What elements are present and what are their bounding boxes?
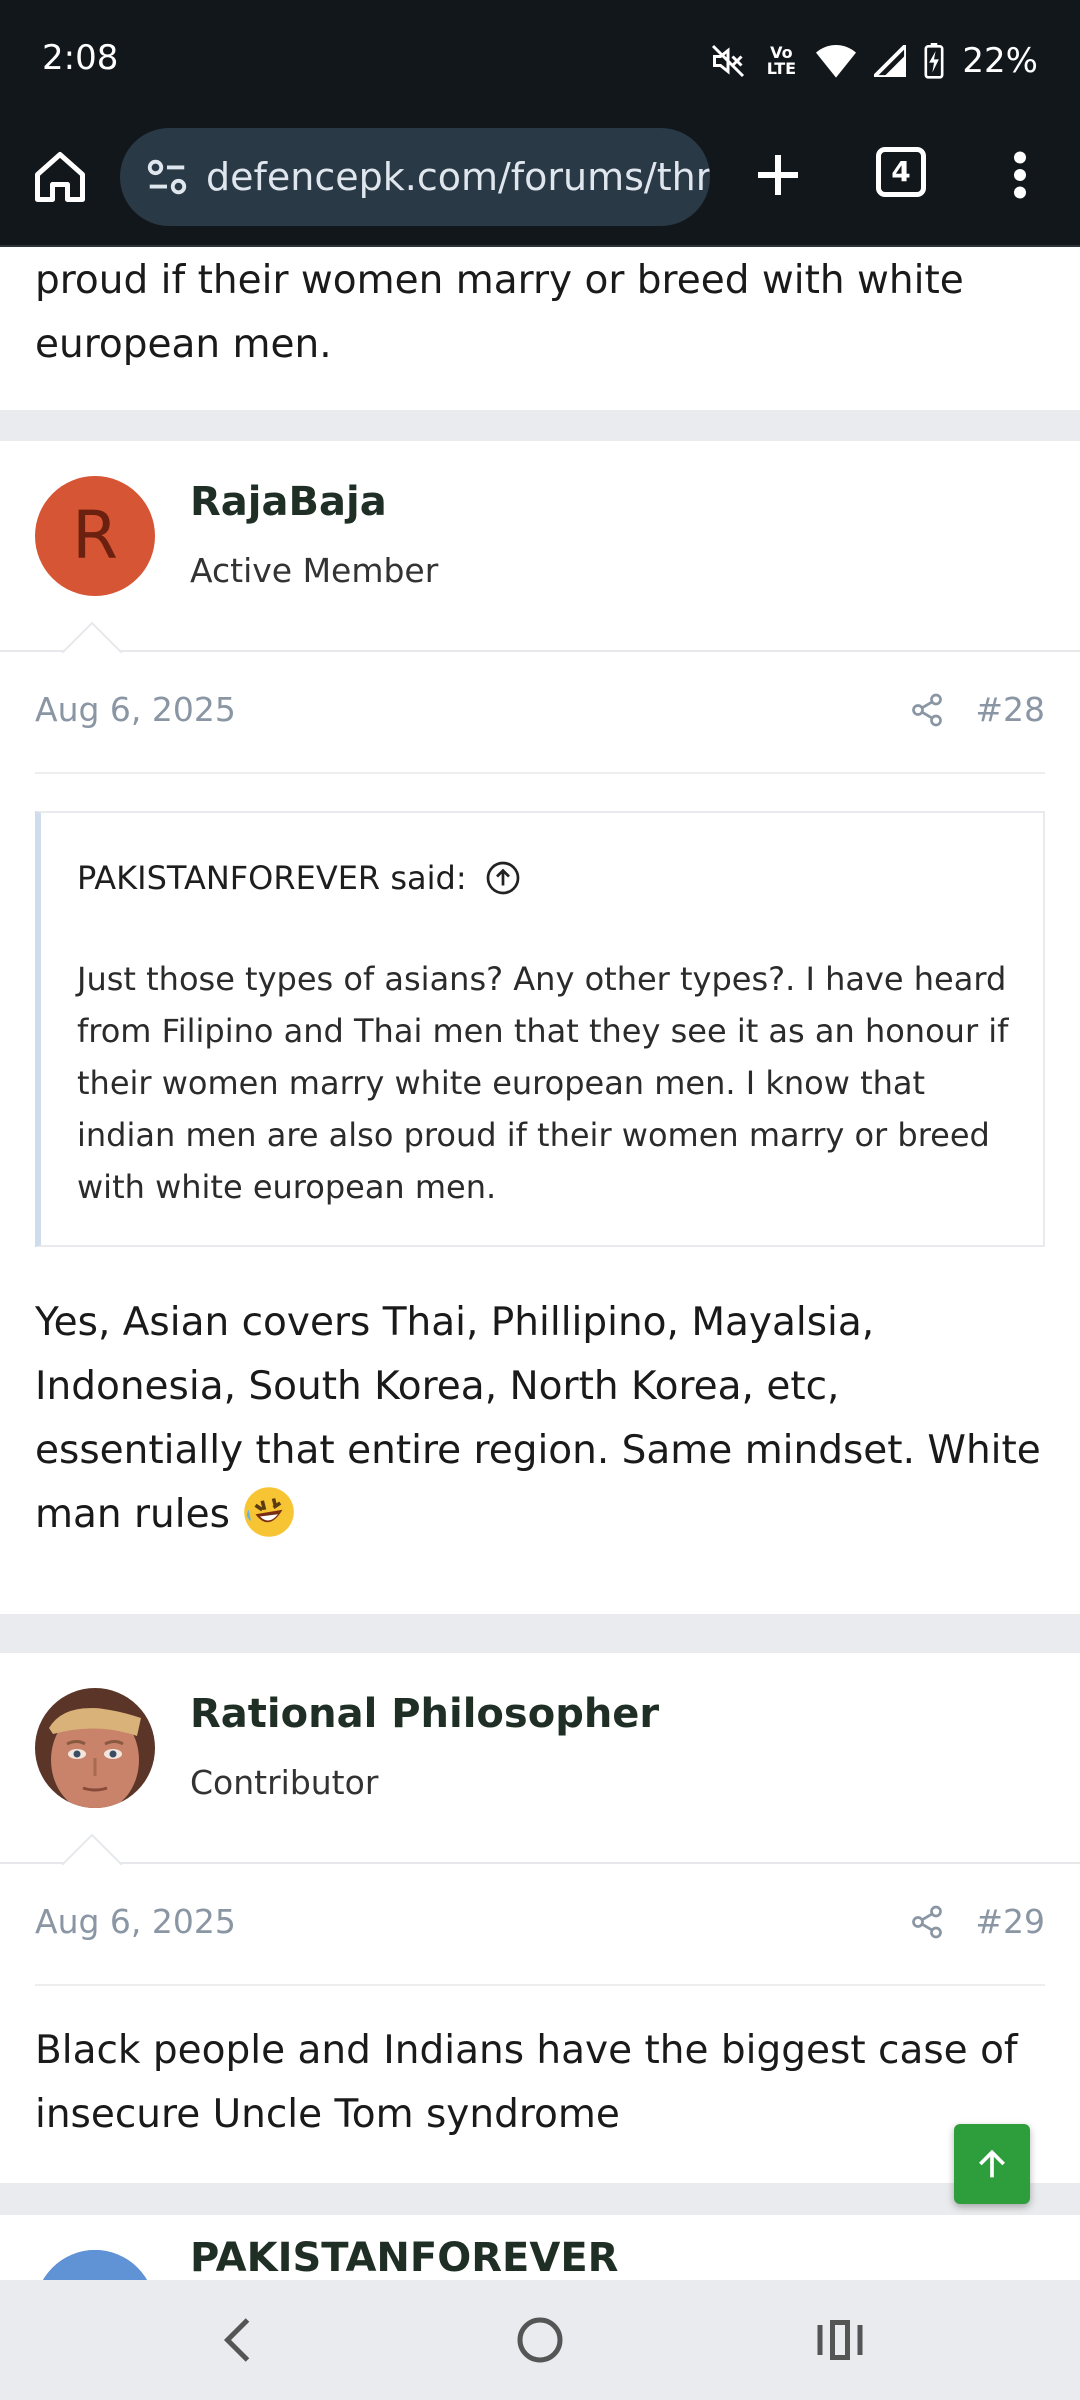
- share-icon[interactable]: [909, 692, 945, 728]
- avatar[interactable]: [35, 2250, 155, 2280]
- post-date[interactable]: Aug 6, 2025: [35, 1902, 236, 1941]
- post-meta: Aug 6, 2025 #29: [35, 1864, 1045, 1986]
- author-pointer: [62, 1833, 122, 1865]
- recents-button[interactable]: [810, 2310, 870, 2370]
- previous-post-tail: proud if their women marry or breed with…: [0, 247, 1080, 410]
- back-button[interactable]: [210, 2310, 270, 2370]
- page-content: proud if their women marry or breed with…: [0, 247, 1080, 2280]
- user-title: Contributor: [190, 1763, 379, 1802]
- post-body-text: Yes, Asian covers Thai, Phillipino, Maya…: [35, 1300, 1041, 1537]
- address-bar[interactable]: defencepk.com/forums/thre: [120, 128, 710, 226]
- quote-text: Just those types of asians? Any other ty…: [77, 960, 1009, 1206]
- system-nav-bar: [0, 2280, 1080, 2400]
- post-body: proud if their women marry or breed with…: [35, 258, 964, 367]
- post-author: R RajaBaja Active Member: [0, 441, 1080, 653]
- post-date[interactable]: Aug 6, 2025: [35, 690, 236, 729]
- avatar[interactable]: R: [35, 476, 155, 596]
- site-settings-icon[interactable]: [144, 154, 190, 200]
- post-29: Rational Philosopher Contributor Aug 6, …: [0, 1653, 1080, 2183]
- status-icons: Vo LTE 22%: [710, 36, 1038, 86]
- new-tab-button[interactable]: [748, 145, 808, 205]
- quote-header: PAKISTANFOREVER said:: [77, 859, 521, 897]
- jump-to-quote-icon[interactable]: [485, 860, 521, 896]
- user-photo: [35, 1688, 155, 1808]
- arrow-up-icon: [979, 2149, 1005, 2178]
- mute-icon: [710, 43, 746, 79]
- more-vert-icon: [1014, 151, 1026, 199]
- post-body: Yes, Asian covers Thai, Phillipino, Maya…: [35, 1291, 1045, 1547]
- post-meta: Aug 6, 2025 #28: [35, 652, 1045, 774]
- status-time: 2:08: [42, 38, 119, 78]
- more-menu-button[interactable]: [1000, 145, 1040, 205]
- quote-author: PAKISTANFOREVER said:: [77, 859, 467, 897]
- battery-level: 22%: [962, 41, 1038, 81]
- home-button[interactable]: [30, 147, 90, 207]
- recents-icon: [817, 2320, 863, 2360]
- share-icon[interactable]: [909, 1904, 945, 1940]
- post-30: PAKISTANFOREVER: [0, 2215, 1080, 2280]
- user-title: Active Member: [190, 551, 439, 590]
- post-body: Black people and Indians have the bigges…: [35, 2028, 1018, 2137]
- plus-icon: [758, 155, 798, 195]
- post-number[interactable]: #29: [975, 1902, 1045, 1941]
- avatar[interactable]: [35, 1688, 155, 1808]
- back-icon: [223, 2318, 250, 2362]
- url-text: defencepk.com/forums/thre: [206, 155, 710, 199]
- author-pointer: [62, 621, 122, 653]
- username-link[interactable]: PAKISTANFOREVER: [190, 2235, 618, 2280]
- user-photo: [35, 2250, 155, 2280]
- status-bar: 2:08 Vo LTE 22%: [0, 0, 1080, 125]
- browser-toolbar: defencepk.com/forums/thre 4: [0, 125, 1080, 247]
- post-28: R RajaBaja Active Member Aug 6, 2025 #28…: [0, 441, 1080, 1614]
- post-number[interactable]: #28: [975, 690, 1045, 729]
- signal-icon: [874, 45, 907, 77]
- home-icon: [35, 152, 85, 202]
- battery-charging-icon: [924, 43, 944, 79]
- home-circle-icon: [517, 2317, 563, 2363]
- wifi-icon: [816, 44, 857, 78]
- home-nav-button[interactable]: [510, 2310, 570, 2370]
- scroll-to-top-button[interactable]: [954, 2124, 1030, 2204]
- volte-icon: Vo LTE: [766, 43, 797, 78]
- tab-switcher-button[interactable]: 4: [876, 147, 926, 197]
- post-author: Rational Philosopher Contributor: [0, 1653, 1080, 1865]
- quote-block: PAKISTANFOREVER said: Just those types o…: [35, 811, 1045, 1247]
- username-link[interactable]: RajaBaja: [190, 479, 387, 525]
- username-link[interactable]: Rational Philosopher: [190, 1691, 659, 1737]
- rofl-emoji-icon: [244, 1487, 295, 1537]
